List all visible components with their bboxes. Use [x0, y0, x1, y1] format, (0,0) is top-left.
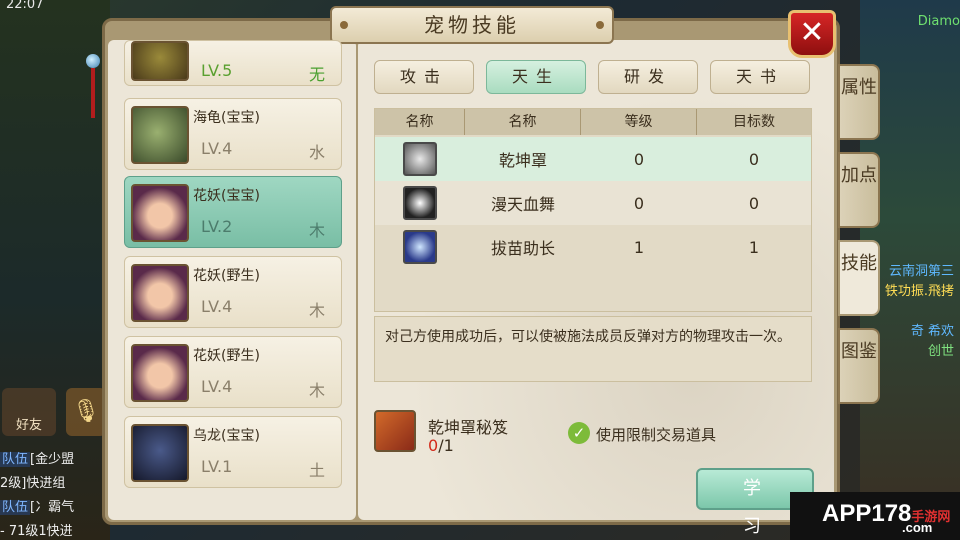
tab-innate[interactable]: 天生	[486, 60, 586, 94]
turtle-avatar	[131, 106, 189, 164]
tassel-ornament	[86, 30, 100, 140]
flower-fairy-avatar	[131, 344, 189, 402]
pet-list-item[interactable]: 乌龙(宝宝) LV.1 土	[124, 416, 342, 488]
column-header: 名称	[375, 109, 465, 135]
blood-dance-icon	[403, 186, 437, 220]
side-tab-attributes[interactable]: 属性	[838, 64, 880, 140]
column-header: 目标数	[733, 114, 775, 130]
side-tab-skills[interactable]: 技能	[838, 240, 880, 316]
dragon-avatar	[131, 424, 189, 482]
status-time: 22:07	[6, 0, 44, 12]
chat-log: 队伍 [金少盟 2级]快进组 队伍 [冫霸气 - 71级1快进	[0, 448, 110, 540]
table-row[interactable]: 乾坤罩 0 0	[375, 137, 811, 181]
skill-table: 名称 名称 等级 目标数 乾坤罩 0 0 漫天血舞 0 0 拔苗助长 1 1	[374, 108, 812, 312]
tab-skill-book[interactable]: 天书	[710, 60, 810, 94]
pet-list-item[interactable]: 花妖(宝宝) LV.2 木	[124, 176, 342, 248]
chat-line: 2级]快进组	[0, 476, 66, 491]
table-row[interactable]: 拔苗助长 1 1	[375, 225, 811, 269]
skill-book-icon[interactable]	[374, 410, 416, 452]
scene-text: 奇 希欢	[910, 324, 954, 339]
flower-fairy-avatar	[131, 264, 189, 322]
scene-text: 创世	[927, 344, 954, 359]
side-tab-points[interactable]: 加点	[838, 152, 880, 228]
sprout-boost-icon	[403, 230, 437, 264]
side-tab-codex[interactable]: 图鉴	[838, 328, 880, 404]
currency-label: Diamo	[917, 14, 960, 29]
scene-text: 铁功振.飛拷	[884, 284, 954, 299]
dialog-title: 宠物技能	[330, 6, 614, 44]
scene-text: 云南洞第三	[888, 264, 954, 279]
pet-list-item[interactable]: 花妖(野生) LV.4 木	[124, 256, 342, 328]
table-row[interactable]: 漫天血舞 0 0	[375, 181, 811, 225]
golem-avatar	[131, 41, 189, 81]
friends-button[interactable]: 好友	[2, 388, 56, 436]
table-header: 名称 名称 等级 目标数	[375, 109, 811, 135]
bagua-shield-icon	[403, 142, 437, 176]
chat-line: 队伍 [金少盟	[0, 452, 75, 467]
book-count: 0/1	[428, 436, 454, 455]
chat-line: - 71级1快进	[0, 524, 73, 539]
flower-fairy-avatar	[131, 184, 189, 242]
chat-line: 队伍 [冫霸气	[0, 500, 75, 515]
pet-list-item[interactable]: LV.5 无	[124, 40, 342, 86]
watermark-logo: APP178手游网 .com	[790, 492, 960, 540]
restricted-item-label[interactable]: 使用限制交易道具	[596, 424, 716, 445]
pet-list-item[interactable]: 花妖(野生) LV.4 木	[124, 336, 342, 408]
tab-attack[interactable]: 攻击	[374, 60, 474, 94]
close-button[interactable]: ✕	[788, 10, 836, 58]
checkbox-check-icon[interactable]: ✓	[568, 422, 590, 444]
tab-research[interactable]: 研发	[598, 60, 698, 94]
column-header: 等级	[581, 109, 697, 135]
book-name: 乾坤罩秘笈	[428, 418, 509, 437]
pet-list-item[interactable]: 海龟(宝宝) LV.4 水	[124, 98, 342, 170]
column-header: 名称	[465, 109, 581, 135]
skill-description: 对己方使用成功后，可以使被施法成员反弹对方的物理攻击一次。	[374, 316, 812, 382]
microphone-icon[interactable]: 🎙	[66, 388, 106, 436]
